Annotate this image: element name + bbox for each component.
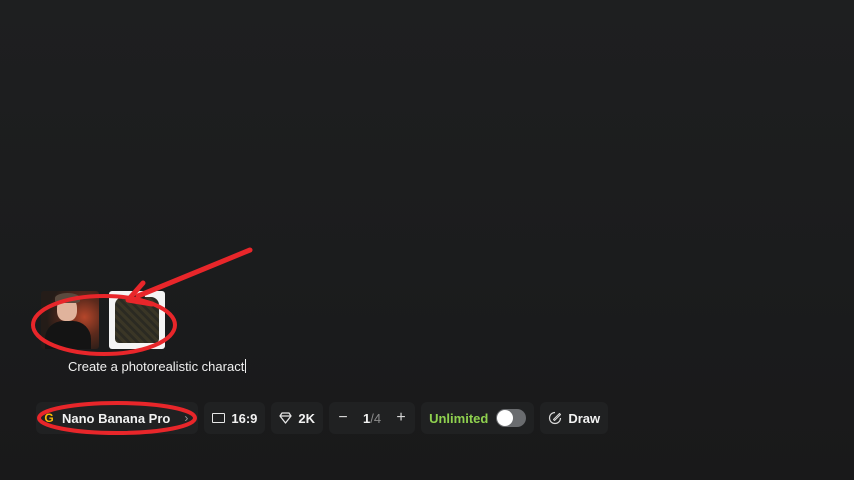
unlimited-toggle-group[interactable]: Unlimited bbox=[421, 402, 535, 434]
model-selector-button[interactable]: G Nano Banana Pro › bbox=[36, 402, 199, 434]
aspect-ratio-icon bbox=[212, 413, 226, 423]
google-icon: G bbox=[44, 411, 54, 425]
arrow-shaft bbox=[135, 247, 253, 299]
resolution-button[interactable]: 2K bbox=[271, 402, 324, 434]
decrement-button[interactable]: − bbox=[337, 409, 349, 427]
generation-toolbar: G Nano Banana Pro › 16:9 2K − 1/4 + Unli… bbox=[36, 402, 614, 434]
image-count-stepper: − 1/4 + bbox=[329, 402, 416, 434]
aspect-ratio-button[interactable]: 16:9 bbox=[204, 402, 266, 434]
model-label: Nano Banana Pro bbox=[62, 410, 171, 426]
draw-label: Draw bbox=[568, 410, 601, 426]
draw-icon bbox=[549, 411, 562, 425]
increment-button[interactable]: + bbox=[395, 409, 407, 427]
prompt-input[interactable]: Create a photorealistic charact bbox=[68, 359, 247, 374]
draw-button[interactable]: Draw bbox=[540, 402, 609, 434]
image-count-value: 1/4 bbox=[363, 411, 381, 426]
person-hair bbox=[55, 293, 80, 303]
image-count-total: /4 bbox=[370, 410, 382, 426]
toggle-knob bbox=[497, 410, 514, 426]
person-body bbox=[45, 321, 91, 349]
aspect-ratio-label: 16:9 bbox=[231, 410, 258, 426]
unlimited-label: Unlimited bbox=[429, 410, 489, 426]
jacket-image bbox=[115, 297, 159, 343]
attachment-list bbox=[41, 291, 165, 349]
app-canvas: Create a photorealistic charact G Nano B… bbox=[0, 0, 854, 480]
diamond-icon bbox=[279, 412, 293, 424]
text-caret bbox=[245, 359, 247, 373]
prompt-text: Create a photorealistic charact bbox=[68, 359, 245, 374]
chevron-right-icon: › bbox=[184, 411, 189, 425]
attachment-jacket-thumbnail[interactable] bbox=[109, 291, 165, 349]
attachment-portrait-thumbnail[interactable] bbox=[41, 291, 99, 349]
unlimited-toggle[interactable] bbox=[496, 409, 527, 427]
resolution-label: 2K bbox=[298, 410, 316, 426]
